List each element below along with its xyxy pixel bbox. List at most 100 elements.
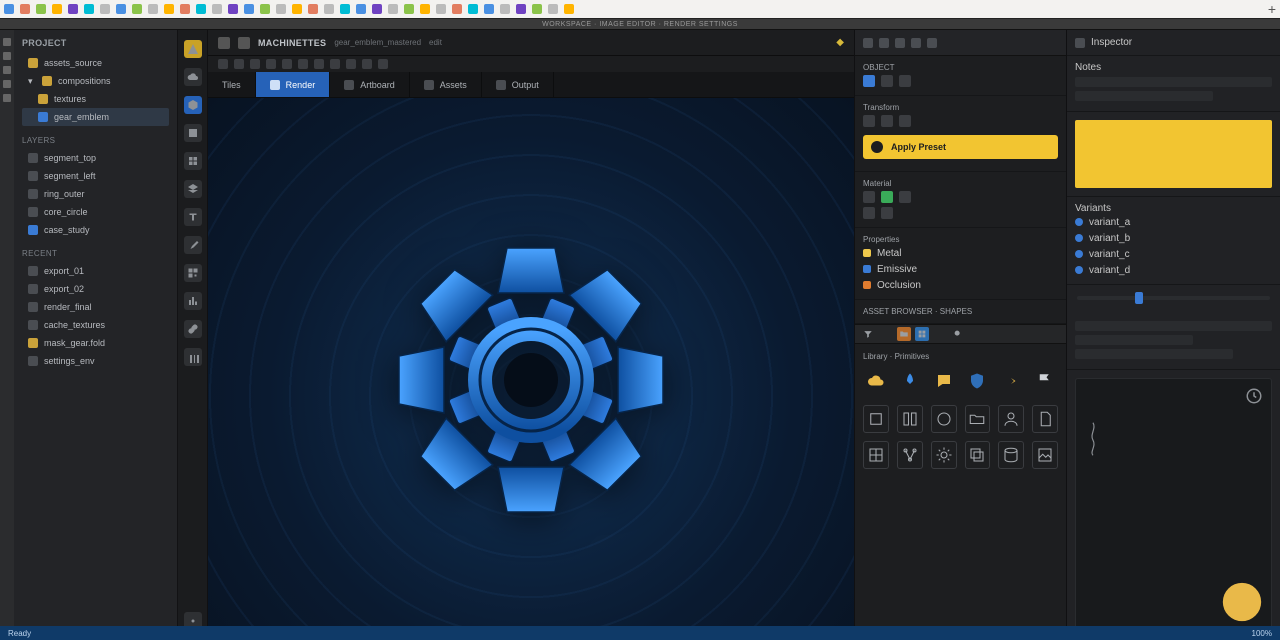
os-tab[interactable] <box>148 4 158 14</box>
os-tab[interactable] <box>436 4 446 14</box>
os-tab[interactable] <box>548 4 558 14</box>
swatch[interactable] <box>881 191 893 203</box>
os-tab[interactable] <box>164 4 174 14</box>
tool-save-icon[interactable] <box>218 59 228 69</box>
prim-folder[interactable] <box>965 405 991 433</box>
os-tab[interactable] <box>420 4 430 14</box>
save-icon[interactable] <box>863 38 873 48</box>
recent-item[interactable]: export_01 <box>22 262 169 280</box>
os-tab[interactable] <box>388 4 398 14</box>
cube-icon[interactable] <box>184 96 202 114</box>
mini-map[interactable] <box>1075 378 1272 632</box>
os-tab[interactable] <box>52 4 62 14</box>
asset-cloud[interactable] <box>863 367 889 395</box>
variant-item[interactable]: variant_a <box>1075 214 1272 230</box>
asset-rocket[interactable] <box>897 367 923 395</box>
qr-icon[interactable] <box>184 264 202 282</box>
tool-cut-icon[interactable] <box>266 59 276 69</box>
os-tab[interactable] <box>308 4 318 14</box>
input-x[interactable] <box>863 115 875 127</box>
layer-item[interactable]: case_study <box>22 221 169 239</box>
history-icon[interactable] <box>911 38 921 48</box>
asset-arrow[interactable] <box>998 367 1024 395</box>
layer-item[interactable]: ring_outer <box>22 185 169 203</box>
prim-image[interactable] <box>1032 441 1058 469</box>
variant-item[interactable]: variant_d <box>1075 262 1272 278</box>
tab-output[interactable]: Output <box>482 72 554 97</box>
os-tab[interactable] <box>484 4 494 14</box>
recent-item[interactable]: mask_gear.fold <box>22 334 169 352</box>
filter-icon[interactable] <box>861 327 875 341</box>
layer-item[interactable]: segment_top <box>22 149 169 167</box>
tag-row[interactable]: Emissive <box>863 261 1058 277</box>
tool-align-icon[interactable] <box>314 59 324 69</box>
activity-explorer-icon[interactable] <box>3 38 11 46</box>
swatch[interactable] <box>863 207 875 219</box>
tool-export-icon[interactable] <box>362 59 372 69</box>
tool-more-icon[interactable] <box>378 59 388 69</box>
recent-item[interactable]: export_02 <box>22 280 169 298</box>
viewport-canvas[interactable] <box>208 98 854 640</box>
prim-db[interactable] <box>998 441 1024 469</box>
activity-ext-icon[interactable] <box>3 94 11 102</box>
tab-assets[interactable]: Assets <box>410 72 482 97</box>
recent-item[interactable]: render_final <box>22 298 169 316</box>
os-tab[interactable] <box>532 4 542 14</box>
swatch[interactable] <box>881 207 893 219</box>
os-tab[interactable] <box>36 4 46 14</box>
prim-columns[interactable] <box>897 405 923 433</box>
tab-tiles[interactable]: Tiles <box>208 72 256 97</box>
tree-item[interactable]: textures <box>22 90 169 108</box>
os-tab[interactable] <box>196 4 206 14</box>
tool-lock-icon[interactable] <box>346 59 356 69</box>
input-z[interactable] <box>899 115 911 127</box>
grid-icon[interactable] <box>915 327 929 341</box>
brush-icon[interactable] <box>184 236 202 254</box>
tool-undo-icon[interactable] <box>234 59 244 69</box>
asset-flag[interactable] <box>1032 367 1058 395</box>
more-icon[interactable] <box>927 38 937 48</box>
os-tab[interactable] <box>500 4 510 14</box>
apply-preset-button[interactable]: Apply Preset <box>863 135 1058 159</box>
recent-item[interactable]: settings_env <box>22 352 169 370</box>
activity-scm-icon[interactable] <box>3 66 11 74</box>
tree-item[interactable]: assets_source <box>22 54 169 72</box>
asset-shield[interactable] <box>965 367 991 395</box>
os-tab[interactable] <box>260 4 270 14</box>
os-tab[interactable] <box>468 4 478 14</box>
home-icon[interactable] <box>238 37 250 49</box>
link-icon[interactable] <box>184 320 202 338</box>
tree-item-selected[interactable]: gear_emblem <box>22 108 169 126</box>
preview-swatch[interactable] <box>1075 120 1272 188</box>
image-icon[interactable] <box>184 124 202 142</box>
list-icon[interactable] <box>933 327 947 341</box>
os-tab[interactable] <box>372 4 382 14</box>
os-tab[interactable] <box>244 4 254 14</box>
os-tab[interactable] <box>116 4 126 14</box>
activity-debug-icon[interactable] <box>3 80 11 88</box>
input-y[interactable] <box>881 115 893 127</box>
variant-item[interactable]: variant_c <box>1075 246 1272 262</box>
slider-thumb[interactable] <box>1135 292 1143 304</box>
os-tab[interactable] <box>276 4 286 14</box>
prim-person[interactable] <box>998 405 1024 433</box>
cloud-icon[interactable] <box>218 37 230 49</box>
recent-item[interactable]: cache_textures <box>22 316 169 334</box>
os-tab[interactable] <box>452 4 462 14</box>
layer-item[interactable]: core_circle <box>22 203 169 221</box>
open-icon[interactable] <box>879 38 889 48</box>
prim-doc[interactable] <box>1032 405 1058 433</box>
os-tab[interactable] <box>356 4 366 14</box>
os-tab[interactable] <box>180 4 190 14</box>
asset-chat[interactable] <box>931 367 957 395</box>
os-tab[interactable] <box>292 4 302 14</box>
os-tab[interactable] <box>324 4 334 14</box>
activity-search-icon[interactable] <box>3 52 11 60</box>
folder-icon[interactable] <box>897 327 911 341</box>
os-tab[interactable] <box>340 4 350 14</box>
warning-icon[interactable] <box>184 40 202 58</box>
os-tab[interactable] <box>516 4 526 14</box>
swatch[interactable] <box>881 75 893 87</box>
new-os-tab[interactable]: + <box>1268 1 1276 17</box>
chart-icon[interactable] <box>184 292 202 310</box>
